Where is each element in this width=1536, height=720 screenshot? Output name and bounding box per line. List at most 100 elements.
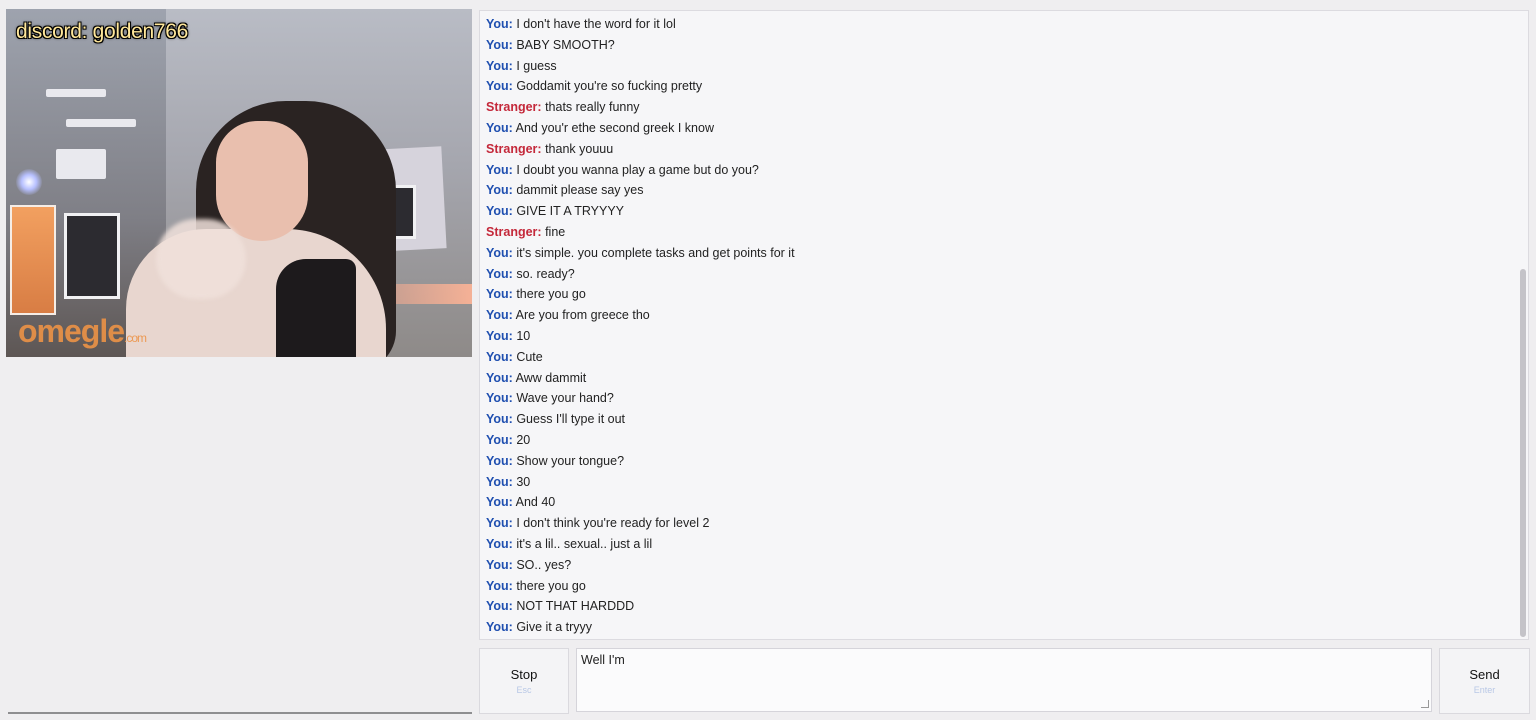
sender-you-label: You:	[486, 620, 513, 635]
message-text: And 40	[515, 495, 556, 510]
sender-you-label: You:	[486, 474, 513, 489]
sender-you-label: You:	[486, 120, 513, 135]
sender-you-label: You:	[486, 58, 513, 73]
chat-message: You: BABY SMOOTH?	[486, 35, 795, 56]
chat-message: You: And 40	[486, 492, 795, 513]
sender-you-label: You:	[486, 370, 513, 385]
message-text: Show your tongue?	[516, 453, 625, 468]
chat-message: You: I don't think you're ready for leve…	[486, 513, 795, 534]
sender-you-label: You:	[486, 516, 513, 531]
sender-you-label: You:	[486, 349, 513, 364]
sender-you-label: You:	[486, 391, 513, 406]
chat-message: You: I guess	[486, 56, 795, 77]
message-text: Are you from greece tho	[515, 308, 650, 323]
sender-you-label: You:	[486, 328, 513, 343]
stranger-video: discord: golden766 omegle.com	[6, 9, 472, 357]
person-face	[216, 121, 308, 241]
chat-message: You: Aww dammit	[486, 368, 795, 389]
person-top	[276, 259, 356, 357]
resize-grip-icon[interactable]	[1421, 700, 1429, 708]
discord-overlay-text: discord: golden766	[16, 20, 189, 43]
video-shelf	[66, 119, 136, 127]
message-text: And you'r ethe second greek I know	[515, 120, 714, 135]
chat-message: You: Are you from greece tho	[486, 305, 795, 326]
message-text: 10	[516, 328, 531, 343]
chat-message: You: 30	[486, 472, 795, 493]
chat-message: You: 10	[486, 326, 795, 347]
sender-you-label: You:	[486, 412, 513, 427]
chat-message: You: SO.. yes?	[486, 555, 795, 576]
stop-button[interactable]: Stop Esc	[479, 648, 569, 714]
chat-message: You: Guess I'll type it out	[486, 409, 795, 430]
video-lamp	[16, 169, 42, 195]
message-text: Give it a tryyy	[516, 620, 593, 635]
sender-stranger-label: Stranger:	[486, 100, 542, 115]
chat-message: Stranger: thats really funny	[486, 97, 795, 118]
video-shelf	[46, 89, 106, 97]
chat-message: You: I doubt you wanna play a game but d…	[486, 160, 795, 181]
chat-message: Stranger: thank youuu	[486, 139, 795, 160]
sender-you-label: You:	[486, 453, 513, 468]
chat-message: You: Goddamit you're so fucking pretty	[486, 76, 795, 97]
chat-message: You: there you go	[486, 284, 795, 305]
chat-message: Stranger: fine	[486, 222, 795, 243]
message-text: I doubt you wanna play a game but do you…	[516, 162, 759, 177]
send-button[interactable]: Send Enter	[1439, 648, 1530, 714]
chat-message: You: And you'r ethe second greek I know	[486, 118, 795, 139]
message-text: there you go	[516, 287, 586, 302]
chat-message: You: it's a lil.. sexual.. just a lil	[486, 534, 795, 555]
message-text: it's simple. you complete tasks and get …	[516, 245, 795, 260]
message-text: so. ready?	[516, 266, 575, 281]
stop-button-hint: Esc	[516, 685, 532, 695]
sender-you-label: You:	[486, 287, 513, 302]
sender-stranger-label: Stranger:	[486, 141, 542, 156]
chat-message: You: it's simple. you complete tasks and…	[486, 243, 795, 264]
message-text: thats really funny	[545, 100, 640, 115]
sender-you-label: You:	[486, 266, 513, 281]
stop-button-label: Stop	[510, 667, 538, 682]
sender-you-label: You:	[486, 599, 513, 614]
video-picture-frame	[64, 213, 120, 299]
message-text: I guess	[516, 58, 557, 73]
chat-log[interactable]: You: I don't have the word for it lol You…	[479, 10, 1529, 640]
message-text: dammit please say yes	[516, 183, 644, 198]
sender-you-label: You:	[486, 37, 513, 52]
message-text: 20	[516, 432, 531, 447]
message-text: Guess I'll type it out	[516, 412, 626, 427]
sender-you-label: You:	[486, 79, 513, 94]
chat-message: You: 20	[486, 430, 795, 451]
sender-you-label: You:	[486, 245, 513, 260]
omegle-watermark: omegle.com	[18, 313, 147, 350]
message-text: I don't have the word for it lol	[516, 17, 676, 31]
sender-stranger-label: Stranger:	[486, 224, 542, 239]
divider	[8, 712, 472, 714]
message-text: fine	[545, 224, 566, 239]
chat-message: You: GIVE IT A TRYYYY	[486, 201, 795, 222]
watermark-text: omegle	[18, 313, 125, 349]
message-text: Cute	[516, 349, 543, 364]
chat-messages: You: I don't have the word for it lol You…	[486, 14, 795, 638]
chat-message: You: so. ready?	[486, 264, 795, 285]
sender-you-label: You:	[486, 204, 513, 219]
chat-message: You: Give it a tryyy	[486, 617, 795, 638]
chat-message: You: dammit please say yes	[486, 180, 795, 201]
sender-you-label: You:	[486, 536, 513, 551]
message-text: there you go	[516, 578, 586, 593]
sender-you-label: You:	[486, 578, 513, 593]
sender-you-label: You:	[486, 183, 513, 198]
send-button-label: Send	[1469, 667, 1500, 682]
message-text: it's a lil.. sexual.. just a lil	[516, 536, 653, 551]
sender-you-label: You:	[486, 557, 513, 572]
sender-you-label: You:	[486, 495, 513, 510]
message-text: GIVE IT A TRYYYY	[516, 204, 625, 219]
sender-you-label: You:	[486, 162, 513, 177]
message-text: Aww dammit	[515, 370, 587, 385]
sender-you-label: You:	[486, 432, 513, 447]
message-text: Goddamit you're so fucking pretty	[516, 79, 703, 94]
sender-you-label: You:	[486, 308, 513, 323]
message-input[interactable]	[576, 648, 1432, 712]
chat-scrollbar[interactable]	[1520, 269, 1526, 637]
chat-message: You: Wave your hand?	[486, 388, 795, 409]
chat-message: You: there you go	[486, 576, 795, 597]
send-button-hint: Enter	[1473, 685, 1496, 695]
